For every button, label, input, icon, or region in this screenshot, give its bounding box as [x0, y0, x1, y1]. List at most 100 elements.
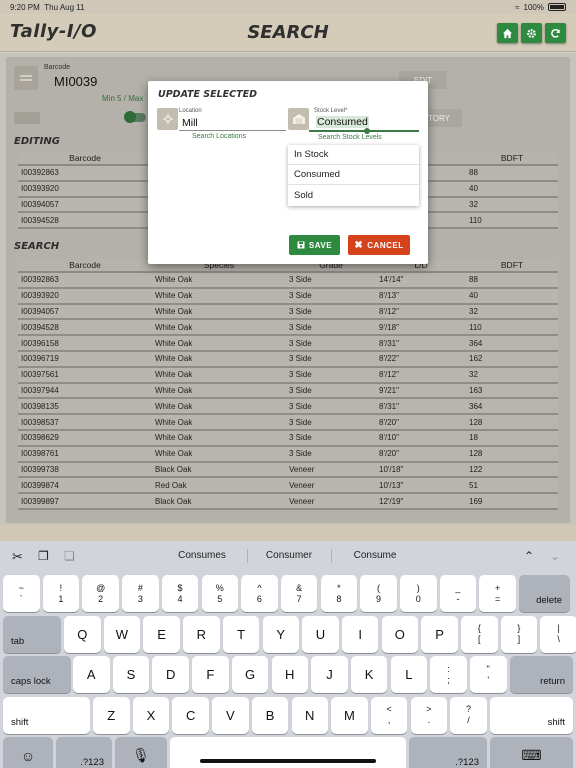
key-m[interactable]: M — [331, 696, 368, 734]
option-sold[interactable]: Sold — [288, 185, 419, 205]
option-in-stock[interactable]: In Stock — [288, 145, 419, 165]
settings-button[interactable] — [521, 23, 542, 43]
key-x[interactable]: X — [132, 696, 170, 734]
key-u[interactable]: U — [302, 615, 339, 653]
numbers-key-left[interactable]: .?123 — [56, 737, 112, 768]
caps-lock-key[interactable]: caps lock — [3, 656, 71, 693]
key-6[interactable]: ^ 6 — [241, 575, 278, 612]
tag-icon[interactable] — [14, 112, 40, 124]
key-0[interactable]: ) 0 — [400, 575, 437, 612]
cancel-button[interactable]: ✖ CANCEL — [348, 235, 410, 255]
key-9[interactable]: (9 — [360, 575, 397, 612]
key-4[interactable]: $4 — [161, 575, 199, 612]
barcode-field[interactable]: Barcode MI0039 — [14, 64, 164, 92]
key-z[interactable]: Z — [93, 696, 130, 734]
key-v[interactable]: V — [212, 696, 249, 734]
suggestion-3[interactable]: Consume — [330, 550, 420, 561]
key-5[interactable]: % 5 — [201, 575, 238, 612]
table-row[interactable]: I00398629 White Oak 3 Side 8'/10" 18 — [18, 429, 558, 447]
tab-key[interactable]: tab — [3, 615, 61, 653]
shift-key-left[interactable]: shift — [3, 696, 90, 734]
chevron-up-icon[interactable]: ⌃ — [524, 549, 534, 563]
key-d[interactable]: D — [152, 656, 189, 693]
copy-icon[interactable]: ❐ — [38, 549, 49, 563]
key-s[interactable]: S — [112, 656, 150, 693]
hide-keyboard-key[interactable]: ⌨ — [490, 737, 573, 768]
key-sym-1[interactable]: >. — [410, 696, 448, 734]
shift-key-right[interactable]: shift — [490, 696, 573, 734]
key-punct-1[interactable]: " ' — [470, 656, 507, 693]
table-row[interactable]: I00394528 White Oak 3 Side 9'/18" 110 — [18, 319, 558, 337]
table-row[interactable]: I00393920 White Oak 3 Side 8'/13" 40 — [18, 287, 558, 305]
key-e[interactable]: E — [143, 615, 180, 653]
key-y[interactable]: Y — [262, 615, 299, 653]
key-h[interactable]: H — [271, 656, 308, 693]
key-k[interactable]: K — [350, 656, 388, 693]
return-key[interactable]: return — [509, 656, 573, 693]
key-p[interactable]: P — [421, 615, 458, 653]
emoji-icon: ☺ — [20, 747, 36, 764]
cut-icon[interactable]: ✂ — [12, 549, 23, 565]
emoji-key[interactable]: ☺ — [3, 737, 53, 768]
table-row[interactable]: I00399738 Black Oak Veneer 10'/18" 122 — [18, 461, 558, 479]
delete-key[interactable]: delete — [519, 575, 570, 612]
key-bracket-0[interactable]: {[ — [461, 615, 498, 653]
save-button[interactable]: SAVE — [289, 235, 340, 255]
key-7[interactable]: & 7 — [280, 575, 318, 612]
dictation-key[interactable]: 🎙 — [115, 737, 167, 768]
key-2[interactable]: @2 — [82, 575, 119, 612]
key-f[interactable]: F — [192, 656, 229, 693]
key-l[interactable]: L — [390, 656, 428, 693]
key-n[interactable]: N — [291, 696, 328, 734]
key-r[interactable]: R — [183, 615, 220, 653]
key-`[interactable]: ~ ` — [3, 575, 40, 612]
suggestion-bar: ✂ ❐ ❏ Consumes Consumer Consume ⌃ ⌄ — [0, 541, 576, 571]
home-button[interactable] — [497, 23, 518, 43]
chevron-down-icon[interactable]: ⌄ — [550, 549, 560, 563]
key-o[interactable]: O — [381, 615, 419, 653]
key-bracket-1[interactable]: }] — [500, 615, 538, 653]
key-c[interactable]: C — [172, 696, 209, 734]
table-row[interactable]: I00396158 White Oak 3 Side 8'/31" 364 — [18, 335, 558, 352]
table-row[interactable]: I00392863 White Oak 3 Side 14'/14" 88 — [18, 272, 558, 289]
key--[interactable]: _ - — [439, 575, 477, 612]
key-=[interactable]: + = — [479, 575, 516, 612]
key-a[interactable]: A — [73, 656, 110, 693]
paste-icon[interactable]: ❏ — [64, 549, 75, 563]
refresh-button[interactable] — [545, 23, 566, 43]
key-1[interactable]: ! 1 — [42, 575, 80, 612]
location-input[interactable]: Mill — [182, 117, 198, 129]
key-punct-0[interactable]: :; — [430, 656, 467, 693]
key-bottom-char: 9 — [376, 593, 382, 604]
table-row[interactable]: I00396719 White Oak 3 Side 8'/22" 162 — [18, 350, 558, 368]
stock-level-input[interactable]: Consumed — [316, 116, 369, 128]
space-key[interactable] — [170, 737, 406, 768]
option-consumed[interactable]: Consumed — [288, 165, 419, 185]
table-cell: 128 — [466, 414, 558, 431]
table-row[interactable]: I00397944 White Oak 3 Side 9'/21" 163 — [18, 382, 558, 400]
numbers-key-right[interactable]: .?123 — [409, 737, 487, 768]
suggestion-2[interactable]: Consumer — [244, 550, 334, 561]
key-j[interactable]: J — [311, 656, 348, 693]
table-row[interactable]: I00399874 Red Oak Veneer 10'/13" 51 — [18, 477, 558, 495]
toggle-switch[interactable] — [124, 111, 146, 123]
key-w[interactable]: W — [103, 615, 141, 653]
key-8[interactable]: * 8 — [320, 575, 358, 612]
table-row[interactable]: I00399897 Black Oak Veneer 12'/19" 169 — [18, 493, 558, 510]
table-row[interactable]: I00397561 White Oak 3 Side 8'/12" 32 — [18, 366, 558, 384]
key-sym-2[interactable]: ? / — [450, 696, 487, 734]
key-g[interactable]: G — [231, 656, 269, 693]
suggestion-1[interactable]: Consumes — [157, 550, 247, 561]
key-sym-0[interactable]: <, — [370, 696, 408, 734]
key-q[interactable]: Q — [64, 615, 101, 653]
key-t[interactable]: T — [222, 615, 260, 653]
table-row[interactable]: I00398761 White Oak 3 Side 8'/20" 128 — [18, 445, 558, 463]
table-row[interactable]: I00398135 White Oak 3 Side 8'/31" 364 — [18, 398, 558, 416]
location-icon — [157, 108, 178, 130]
table-row[interactable]: I00394057 White Oak 3 Side 8'/12" 32 — [18, 303, 558, 321]
table-row[interactable]: I00398537 White Oak 3 Side 8'/20" 128 — [18, 414, 558, 431]
key-bracket-2[interactable]: | \ — [540, 615, 576, 653]
key-b[interactable]: B — [251, 696, 289, 734]
key-3[interactable]: #3 — [122, 575, 159, 612]
key-i[interactable]: I — [341, 615, 379, 653]
